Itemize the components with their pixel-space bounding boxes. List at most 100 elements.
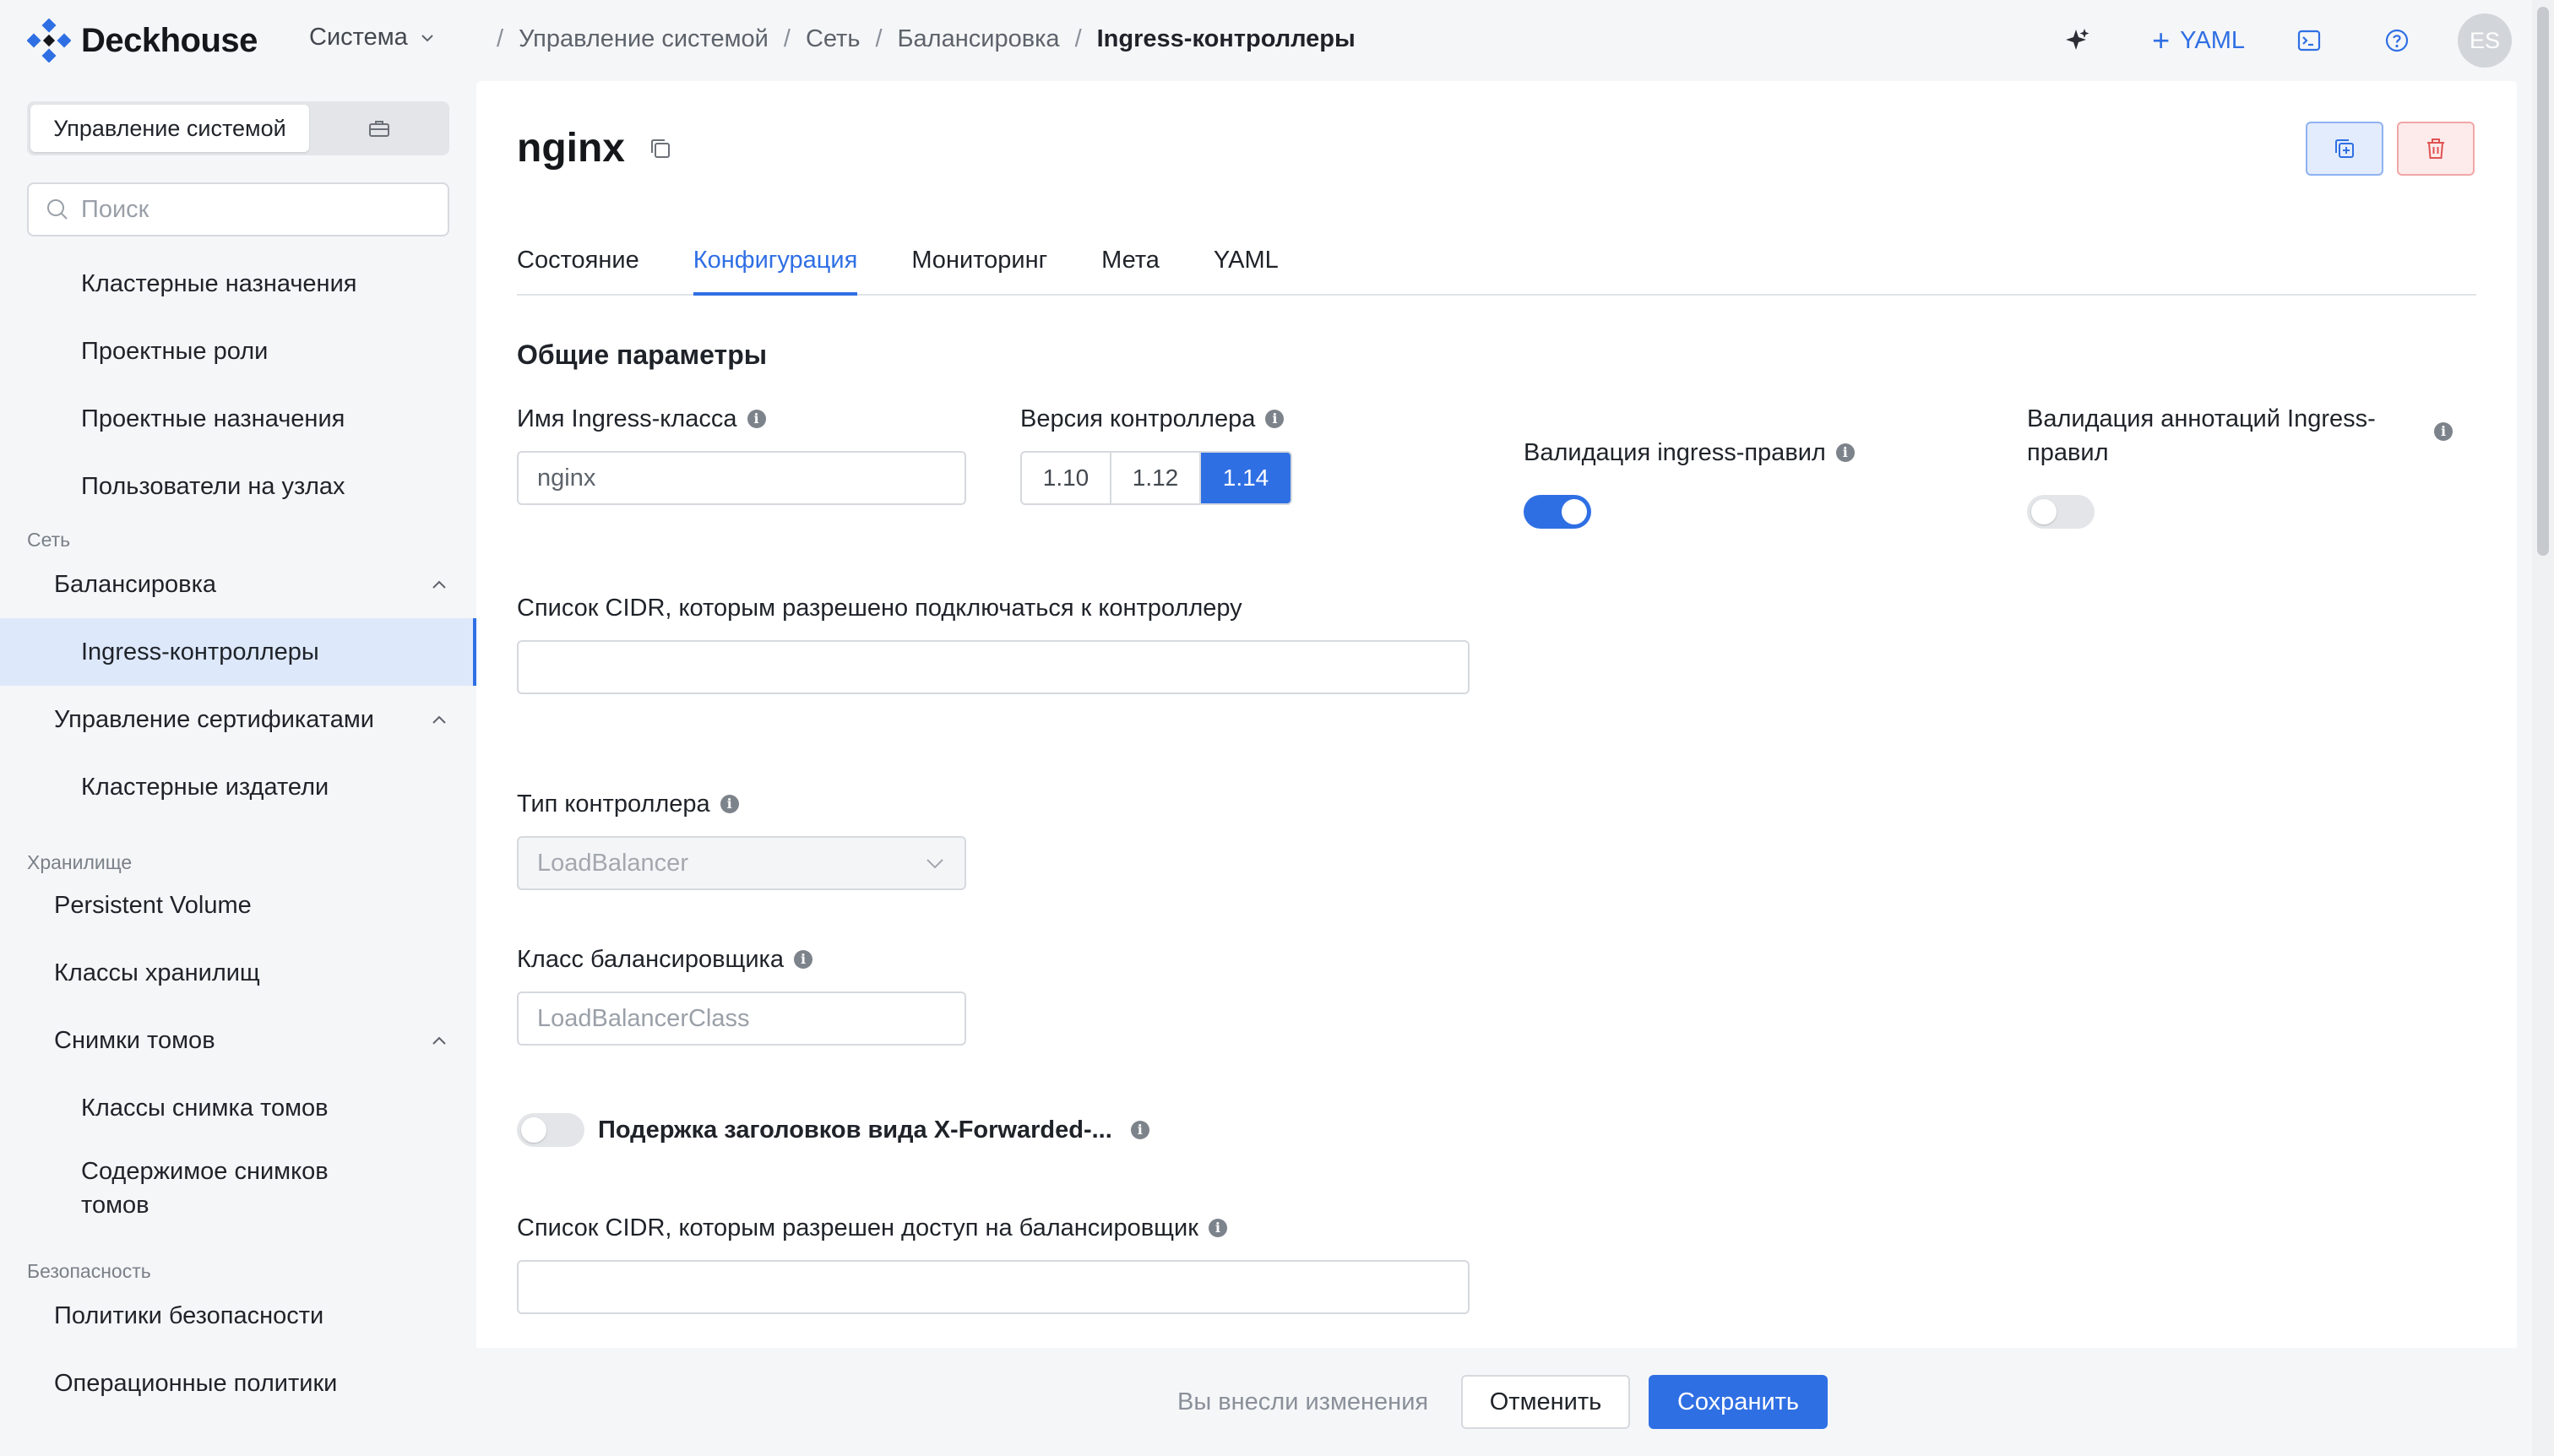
ingress-validation-toggle[interactable]	[1524, 495, 1591, 529]
sidebar-item-label: Классы снимка томов	[81, 1094, 329, 1122]
cidr-balancer-input[interactable]	[517, 1260, 1470, 1314]
duplicate-button[interactable]	[2306, 122, 2383, 176]
balancer-class-label: Класс балансировщика i	[517, 943, 813, 976]
duplicate-icon	[2335, 139, 2354, 158]
sidebar-item-node-users[interactable]: Пользователи на узлах	[0, 453, 476, 520]
version-option-1-12[interactable]: 1.12	[1111, 453, 1201, 503]
page-title: nginx	[517, 126, 625, 171]
version-option-1-10[interactable]: 1.10	[1022, 453, 1111, 503]
sidebar-item-project-roles[interactable]: Проектные роли	[0, 318, 476, 385]
info-icon[interactable]: i	[1265, 410, 1285, 428]
controller-type-select[interactable]: LoadBalancer	[517, 836, 966, 890]
cidr-controller-label-text: Список CIDR, которым разрешено подключат…	[517, 595, 1242, 622]
sidebar-item-certificate-management[interactable]: Управление сертификатами	[0, 686, 476, 753]
breadcrumb: / Управление системой / Сеть / Балансиро…	[481, 25, 1356, 53]
tab-status[interactable]: Состояние	[517, 247, 639, 294]
sidebar-item-project-bindings[interactable]: Проектные назначения	[0, 385, 476, 453]
info-icon[interactable]: i	[747, 410, 766, 428]
controller-type-label: Тип контроллера i	[517, 787, 739, 821]
sidebar-item-persistent-volume[interactable]: Persistent Volume	[0, 872, 476, 939]
cidr-balancer-label: Список CIDR, которым разрешен доступ на …	[517, 1211, 1227, 1245]
annotation-validation-toggle[interactable]	[2027, 495, 2095, 529]
ai-assistant-button[interactable]	[2051, 14, 2105, 68]
sidebar-item-balancing[interactable]: Балансировка	[0, 551, 476, 618]
chevron-up-icon	[432, 580, 446, 589]
balancer-class-input[interactable]	[517, 991, 966, 1046]
tab-meta[interactable]: Мета	[1101, 247, 1160, 294]
sidebar-item-label: Проектные роли	[81, 337, 269, 365]
cancel-button[interactable]: Отменить	[1461, 1375, 1630, 1429]
info-icon[interactable]: i	[2434, 422, 2453, 441]
top-actions: + YAML ES	[2051, 14, 2512, 68]
tab-yaml[interactable]: YAML	[1214, 247, 1279, 294]
main-content: nginx Состояние Конфигурация Мониторинг …	[476, 81, 2517, 1348]
system-menu-label: Система	[309, 24, 408, 51]
copy-icon[interactable]	[649, 137, 672, 160]
add-yaml-button[interactable]: + YAML	[2152, 25, 2245, 56]
tabs: Состояние Конфигурация Мониторинг Мета Y…	[517, 247, 2476, 296]
breadcrumb-separator: /	[875, 25, 883, 52]
toggle-knob	[1562, 499, 1587, 524]
annotation-validation-label-text: Валидация аннотаций Ingress-правил	[2027, 405, 2376, 466]
ingress-class-input[interactable]	[517, 451, 966, 505]
sparkle-icon	[2066, 29, 2089, 50]
sidebar-section-storage: Хранилище	[27, 851, 133, 873]
cidr-balancer-label-text: Список CIDR, которым разрешен доступ на …	[517, 1214, 1198, 1241]
sidebar: Управление системой Кластерные назначени…	[0, 81, 476, 1456]
cidr-controller-label: Список CIDR, которым разрешено подключат…	[517, 591, 1242, 625]
sidebar-item-label: Проектные назначения	[81, 405, 345, 432]
info-icon[interactable]: i	[720, 795, 739, 813]
version-option-1-14[interactable]: 1.14	[1201, 453, 1291, 503]
tab-configuration[interactable]: Конфигурация	[693, 247, 857, 296]
scrollbar-thumb[interactable]	[2537, 7, 2549, 556]
sidebar-item-volume-snapshot-classes[interactable]: Классы снимка томов	[0, 1074, 476, 1142]
annotation-validation-label: Валидация аннотаций Ingress-правил i	[2027, 402, 2466, 470]
breadcrumb-separator: /	[1074, 25, 1082, 52]
sidebar-item-storage-classes[interactable]: Классы хранилищ	[0, 939, 476, 1007]
help-button[interactable]	[2370, 14, 2424, 68]
info-icon[interactable]: i	[1130, 1121, 1149, 1139]
controller-type-label-text: Тип контроллера	[517, 790, 710, 818]
sidebar-item-security-policies[interactable]: Политики безопасности	[0, 1282, 476, 1350]
breadcrumb-item[interactable]: Сеть	[806, 25, 861, 53]
ingress-class-label: Имя Ingress-класса i	[517, 402, 766, 436]
top-bar: Deckhouse Система / Управление системой …	[0, 0, 2554, 81]
breadcrumb-separator: /	[783, 25, 791, 52]
user-avatar[interactable]: ES	[2458, 14, 2512, 68]
sidebar-search[interactable]	[27, 182, 449, 236]
system-menu-dropdown[interactable]: Система	[309, 24, 435, 52]
breadcrumb-item[interactable]: Балансировка	[898, 25, 1060, 53]
delete-button[interactable]	[2397, 122, 2475, 176]
sidebar-item-cluster-issuers[interactable]: Кластерные издатели	[0, 753, 476, 821]
deckhouse-logo-icon	[27, 19, 71, 62]
xforwarded-toggle[interactable]	[517, 1113, 584, 1147]
tab-monitoring[interactable]: Мониторинг	[911, 247, 1047, 294]
page-title-row: nginx	[517, 125, 672, 171]
sidebar-item-cluster-bindings[interactable]: Кластерные назначения	[0, 250, 476, 318]
sidebar-item-volume-snapshot-contents[interactable]: Содержимое снимков томов	[0, 1142, 476, 1235]
info-icon[interactable]: i	[1208, 1219, 1227, 1237]
help-icon	[2385, 29, 2409, 52]
segment-system-management[interactable]: Управление системой	[30, 105, 309, 152]
search-input[interactable]	[81, 195, 419, 224]
breadcrumb-item[interactable]: Управление системой	[519, 25, 769, 53]
info-icon[interactable]: i	[1835, 443, 1855, 462]
page-scrollbar[interactable]	[2532, 0, 2554, 1456]
controller-version-selector: 1.10 1.12 1.14	[1020, 451, 1292, 505]
save-button[interactable]: Сохранить	[1649, 1375, 1828, 1429]
info-icon[interactable]: i	[794, 950, 813, 969]
ingress-validation-label-text: Валидация ingress-правил	[1524, 439, 1826, 466]
deckhouse-logo[interactable]: Deckhouse	[27, 19, 258, 62]
sidebar-item-label: Классы хранилищ	[54, 959, 260, 986]
cidr-controller-input[interactable]	[517, 640, 1470, 694]
plus-icon: +	[2152, 23, 2171, 57]
sidebar-item-label: Ingress-контроллеры	[81, 638, 319, 666]
sidebar-item-volume-snapshots[interactable]: Снимки томов	[0, 1007, 476, 1074]
breadcrumb-current: Ingress-контроллеры	[1096, 25, 1356, 52]
segment-projects[interactable]	[309, 119, 449, 138]
briefcase-icon	[369, 121, 389, 137]
sidebar-item-label: Балансировка	[54, 570, 217, 598]
sidebar-item-operation-policies[interactable]: Операционные политики	[0, 1350, 476, 1417]
terminal-button[interactable]	[2282, 14, 2336, 68]
sidebar-item-ingress-controllers[interactable]: Ingress-контроллеры	[0, 618, 476, 686]
